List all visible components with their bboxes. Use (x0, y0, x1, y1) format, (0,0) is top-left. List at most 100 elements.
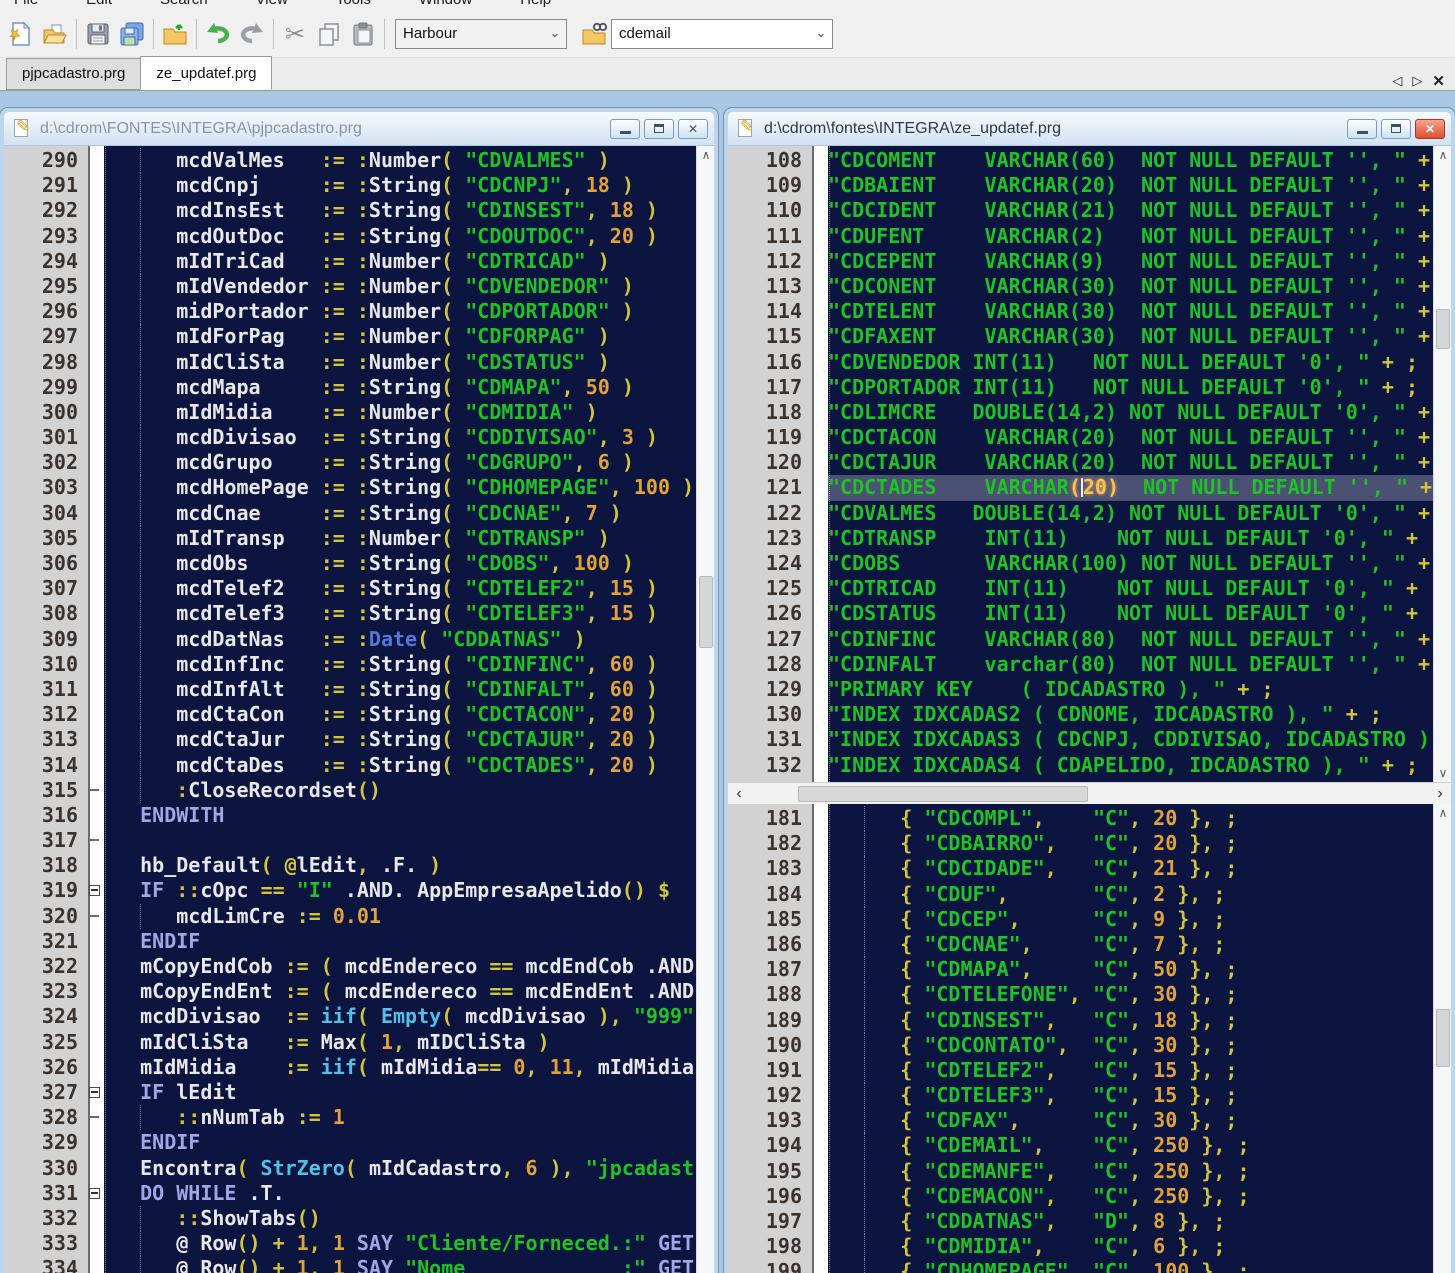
code-line: 317 (4, 828, 696, 853)
right-bottom-vertical-scrollbar[interactable]: ∧ (1433, 804, 1451, 1273)
minimize-button[interactable] (1347, 119, 1377, 139)
code-line: 314 mcdCtaDes := :String( "CDCTADES", 20… (4, 753, 696, 778)
code-text: @ Row() + 1, 1 SAY "Cliente/Forneced.:" … (104, 1231, 696, 1256)
fold-margin (88, 601, 104, 626)
new-file-button[interactable] (4, 15, 38, 53)
right-top-vertical-scrollbar[interactable]: ∧ ∨ (1433, 146, 1451, 782)
right-horizontal-scrollbar[interactable]: ‹ › (728, 782, 1451, 804)
language-select-value: Harbour (396, 25, 544, 42)
tab-pjpcadastro.prg[interactable]: pjpcadastro.prg (6, 58, 141, 90)
undo-button[interactable] (201, 15, 235, 53)
scroll-left-icon[interactable]: ‹ (728, 783, 750, 805)
code-line: 290 mcdValMes := :Number( "CDVALMES" ) (4, 148, 696, 173)
indent-guide (864, 1108, 865, 1133)
menu-search[interactable]: Search (160, 0, 208, 8)
tab-close-icon[interactable]: ✕ (1432, 72, 1445, 90)
scrollbar-thumb[interactable] (1436, 309, 1450, 349)
scroll-right-icon[interactable]: › (1429, 783, 1451, 805)
save-button[interactable] (81, 15, 115, 53)
fold-margin (812, 1033, 828, 1058)
menu-help[interactable]: Help (520, 0, 551, 8)
line-number: 321 (4, 929, 88, 954)
line-number: 113 (728, 274, 812, 299)
line-number: 333 (4, 1231, 88, 1256)
toolbar-separator (153, 19, 154, 49)
code-line: 199 { "CDHOMEPAGE", "C", 100 }, ; (728, 1259, 1433, 1273)
code-line: 302 mcdGrupo := :String( "CDGRUPO", 6 ) (4, 450, 696, 475)
close-button[interactable]: ✕ (1415, 119, 1445, 139)
line-number: 188 (728, 982, 812, 1007)
scroll-up-icon[interactable]: ∧ (697, 146, 715, 164)
open-file-button[interactable] (38, 15, 72, 53)
menu-window[interactable]: Window (419, 0, 472, 8)
line-number: 323 (4, 979, 88, 1004)
find-select[interactable]: cdemail ⌄ (611, 19, 833, 49)
code-line: 300 mIdMidia := :Number( "CDMIDIA" ) (4, 400, 696, 425)
code-editor-right-top[interactable]: 108"CDCOMENT VARCHAR(60) NOT NULL DEFAUL… (728, 146, 1433, 782)
code-line: 120"CDCTAJUR VARCHAR(20) NOT NULL DEFAUL… (728, 450, 1433, 475)
paste-button[interactable] (346, 15, 380, 53)
line-number: 186 (728, 932, 812, 957)
scrollbar-thumb[interactable] (699, 576, 713, 648)
code-editor-left[interactable]: 290 mcdValMes := :Number( "CDVALMES" ) 29… (4, 146, 696, 1273)
fold-margin (812, 957, 828, 982)
fold-margin (812, 831, 828, 856)
code-line: 111"CDUFENT VARCHAR(2) NOT NULL DEFAULT … (728, 224, 1433, 249)
indent-guide (864, 882, 865, 907)
menu-file[interactable]: File (14, 0, 38, 8)
restore-button[interactable] (1381, 119, 1411, 139)
fold-margin (88, 526, 104, 551)
fold-margin (88, 576, 104, 601)
scroll-up-icon[interactable]: ∧ (1434, 804, 1452, 822)
code-text: "CDCTADES VARCHAR(20) NOT NULL DEFAULT '… (828, 475, 1433, 500)
tab-scroll-right-icon[interactable]: ▷ (1412, 74, 1422, 89)
tab-scroll-left-icon[interactable]: ◁ (1392, 74, 1402, 89)
tab-ze_updatef.prg[interactable]: ze_updatef.prg (140, 56, 272, 90)
line-number: 111 (728, 224, 812, 249)
menu-bar: File Edit Search View Tools Window Help (0, 0, 1455, 10)
line-number: 297 (4, 324, 88, 349)
code-editor-right-bottom[interactable]: 181 { "CDCOMPL", "C", 20 }, ;182 { "CDBA… (728, 804, 1433, 1273)
menu-tools[interactable]: Tools (336, 0, 371, 8)
restore-button[interactable] (644, 119, 674, 139)
line-number: 126 (728, 601, 812, 626)
fold-minus-icon[interactable] (88, 1181, 104, 1206)
line-number: 198 (728, 1234, 812, 1259)
left-vertical-scrollbar[interactable]: ∧ (696, 146, 714, 1273)
scrollbar-thumb[interactable] (798, 786, 1088, 802)
mdi-workspace: ✎ d:\cdrom\FONTES\INTEGRA\pjpcadastro.pr… (0, 91, 1455, 1273)
code-text: mcdTelef3 := :String( "CDTELEF3", 15 ) (104, 601, 696, 626)
line-number: 331 (4, 1181, 88, 1206)
fold-margin (88, 954, 104, 979)
line-number: 303 (4, 475, 88, 500)
indent-guide (140, 425, 141, 450)
scrollbar-thumb[interactable] (1436, 1009, 1450, 1067)
fold-minus-icon[interactable] (88, 878, 104, 903)
save-all-button[interactable] (115, 15, 149, 53)
fold-margin (812, 475, 828, 500)
scroll-up-icon[interactable]: ∧ (1434, 146, 1452, 164)
close-button[interactable]: ✕ (678, 119, 708, 139)
fold-margin (88, 148, 104, 173)
menu-view[interactable]: View (256, 0, 288, 8)
code-text: mcdValMes := :Number( "CDVALMES" ) (104, 148, 696, 173)
fold-margin (88, 1231, 104, 1256)
code-line: 304 mcdCnae := :String( "CDCNAE", 7 ) (4, 501, 696, 526)
fold-margin (812, 907, 828, 932)
redo-button[interactable] (235, 15, 269, 53)
code-text: DO WHILE .T. (104, 1181, 696, 1206)
line-number: 305 (4, 526, 88, 551)
fold-minus-icon[interactable] (88, 1080, 104, 1105)
code-line: 189 { "CDINSEST", "C", 18 }, ; (728, 1008, 1433, 1033)
ide-window: File Edit Search View Tools Window Help (0, 0, 1455, 1273)
language-select[interactable]: Harbour ⌄ (395, 19, 567, 49)
open-project-button[interactable] (158, 15, 192, 53)
scroll-down-icon[interactable]: ∨ (1434, 764, 1452, 782)
menu-edit[interactable]: Edit (86, 0, 112, 8)
find-in-files-button[interactable] (577, 15, 611, 53)
minimize-button[interactable] (610, 119, 640, 139)
fold-tick-icon (88, 1105, 104, 1130)
fold-margin (88, 652, 104, 677)
cut-button[interactable]: ✂ (278, 15, 312, 53)
copy-button[interactable] (312, 15, 346, 53)
